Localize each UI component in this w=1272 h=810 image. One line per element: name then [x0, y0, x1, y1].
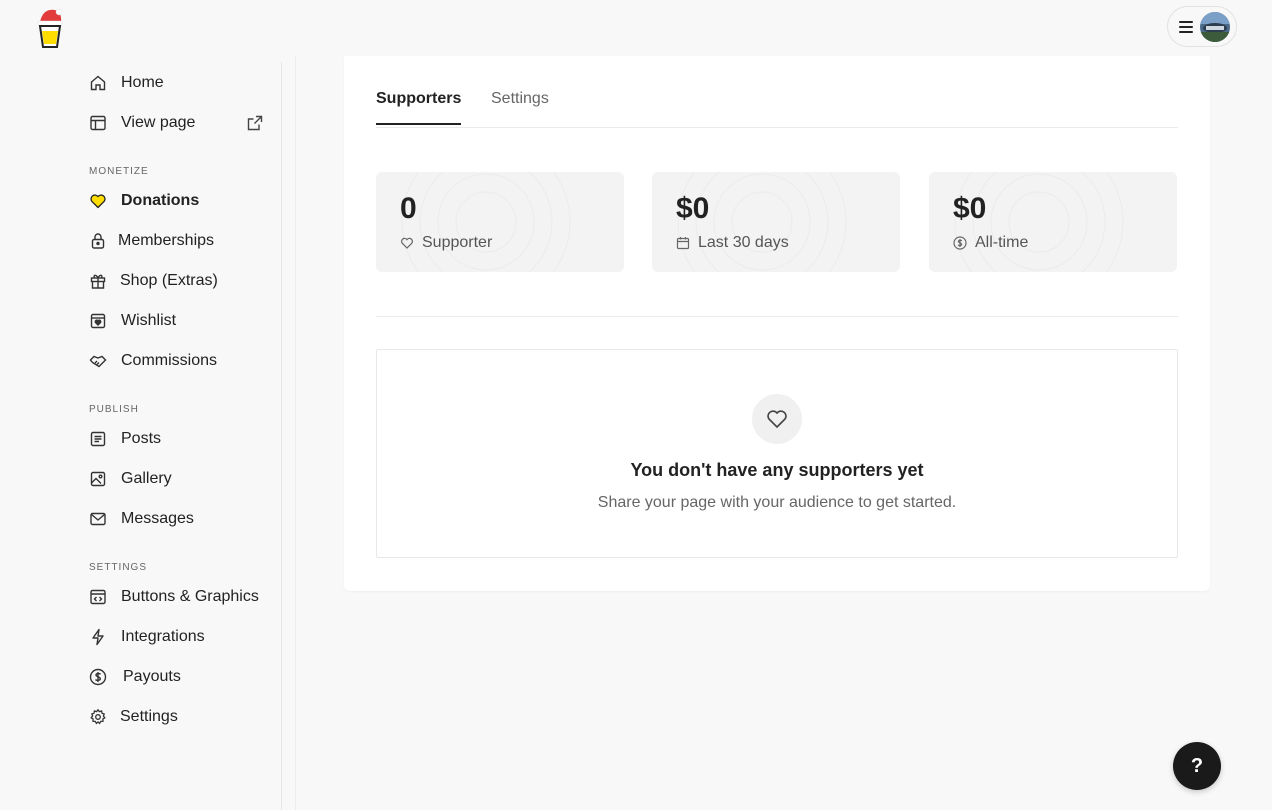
sidebar-item-label: Messages [121, 510, 194, 527]
sidebar-item-label: Integrations [121, 628, 205, 645]
empty-state-subtitle: Share your page with your audience to ge… [597, 494, 957, 511]
sidebar-item-buttons-graphics[interactable]: Buttons & Graphics [89, 585, 259, 609]
stat-value: 0 [400, 192, 417, 225]
section-label-publish: Publish [89, 404, 139, 415]
heart-icon [400, 236, 414, 250]
sidebar-item-payouts[interactable]: Payouts [89, 665, 181, 689]
tab-supporters[interactable]: Supporters [376, 90, 462, 125]
sidebar-item-label: View page [121, 114, 196, 131]
help-button[interactable]: ? [1173, 742, 1221, 790]
heart-icon [752, 394, 802, 444]
sidebar-item-commissions[interactable]: Commissions [89, 349, 217, 373]
sidebar-item-wishlist[interactable]: Wishlist [89, 309, 176, 333]
document-icon [89, 430, 107, 448]
avatar[interactable] [1200, 12, 1230, 42]
sidebar-item-gallery[interactable]: Gallery [89, 467, 172, 491]
sidebar-item-settings[interactable]: Settings [89, 705, 178, 729]
stat-value: $0 [953, 192, 987, 225]
stat-label: Supporter [422, 234, 493, 251]
empty-state: You don't have any supporters yet Share … [376, 349, 1178, 558]
calendar-icon [676, 236, 690, 250]
layout-icon [89, 114, 107, 132]
brand-logo[interactable] [35, 6, 65, 50]
sidebar-item-label: Donations [121, 192, 200, 209]
gear-icon [89, 708, 107, 726]
stat-label: All-time [975, 234, 1029, 251]
account-menu[interactable] [1167, 6, 1237, 47]
sidebar-item-view-page[interactable]: View page [89, 111, 195, 135]
section-label-monetize: Monetize [89, 166, 149, 177]
gift-icon [89, 272, 107, 290]
sidebar-item-label: Payouts [123, 668, 181, 685]
hamburger-menu-icon[interactable] [1179, 20, 1193, 33]
stat-card-last-30-days: $0 Last 30 days [652, 172, 900, 272]
wishlist-icon [89, 312, 107, 330]
dollar-icon [953, 236, 967, 250]
sidebar-item-label: Posts [121, 430, 162, 447]
external-link-icon[interactable] [246, 114, 264, 132]
tab-settings[interactable]: Settings [491, 90, 549, 108]
sidebar-item-label: Gallery [121, 470, 172, 487]
sidebar-item-donations[interactable]: Donations [89, 189, 199, 213]
sidebar-item-label: Commissions [121, 352, 218, 369]
sidebar-item-home[interactable]: Home [89, 71, 164, 95]
dollar-circle-icon [89, 668, 107, 686]
section-label-settings: Settings [89, 562, 148, 573]
home-icon [89, 74, 107, 92]
tab-bar: Supporters Settings [376, 56, 1178, 128]
sidebar-item-label: Wishlist [121, 312, 177, 329]
stat-card-all-time: $0 All-time [929, 172, 1177, 272]
sidebar-item-label: Home [121, 74, 164, 91]
image-icon [89, 470, 107, 488]
sidebar-item-label: Shop (Extras) [120, 272, 218, 289]
sidebar-item-integrations[interactable]: Integrations [89, 625, 205, 649]
stat-card-supporters: 0 Supporter [376, 172, 624, 272]
mail-icon [89, 510, 107, 528]
sidebar-item-memberships[interactable]: Memberships [89, 229, 214, 253]
handshake-icon [89, 352, 107, 370]
sidebar-item-messages[interactable]: Messages [89, 507, 194, 531]
sidebar-item-shop[interactable]: Shop (Extras) [89, 269, 218, 293]
sidebar-item-label: Memberships [118, 232, 215, 249]
code-window-icon [89, 588, 107, 606]
stat-label: Last 30 days [698, 234, 789, 251]
empty-state-title: You don't have any supporters yet [630, 460, 924, 480]
stat-value: $0 [676, 192, 710, 225]
heart-icon [89, 192, 107, 210]
sidebar-item-posts[interactable]: Posts [89, 427, 161, 451]
supporters-panel: Supporters Settings 0 Supporter $0 Last … [344, 56, 1210, 591]
lightning-icon [89, 628, 107, 646]
lock-icon [89, 232, 107, 250]
sidebar-item-label: Settings [120, 708, 178, 725]
sidebar-item-label: Buttons & Graphics [121, 588, 259, 605]
